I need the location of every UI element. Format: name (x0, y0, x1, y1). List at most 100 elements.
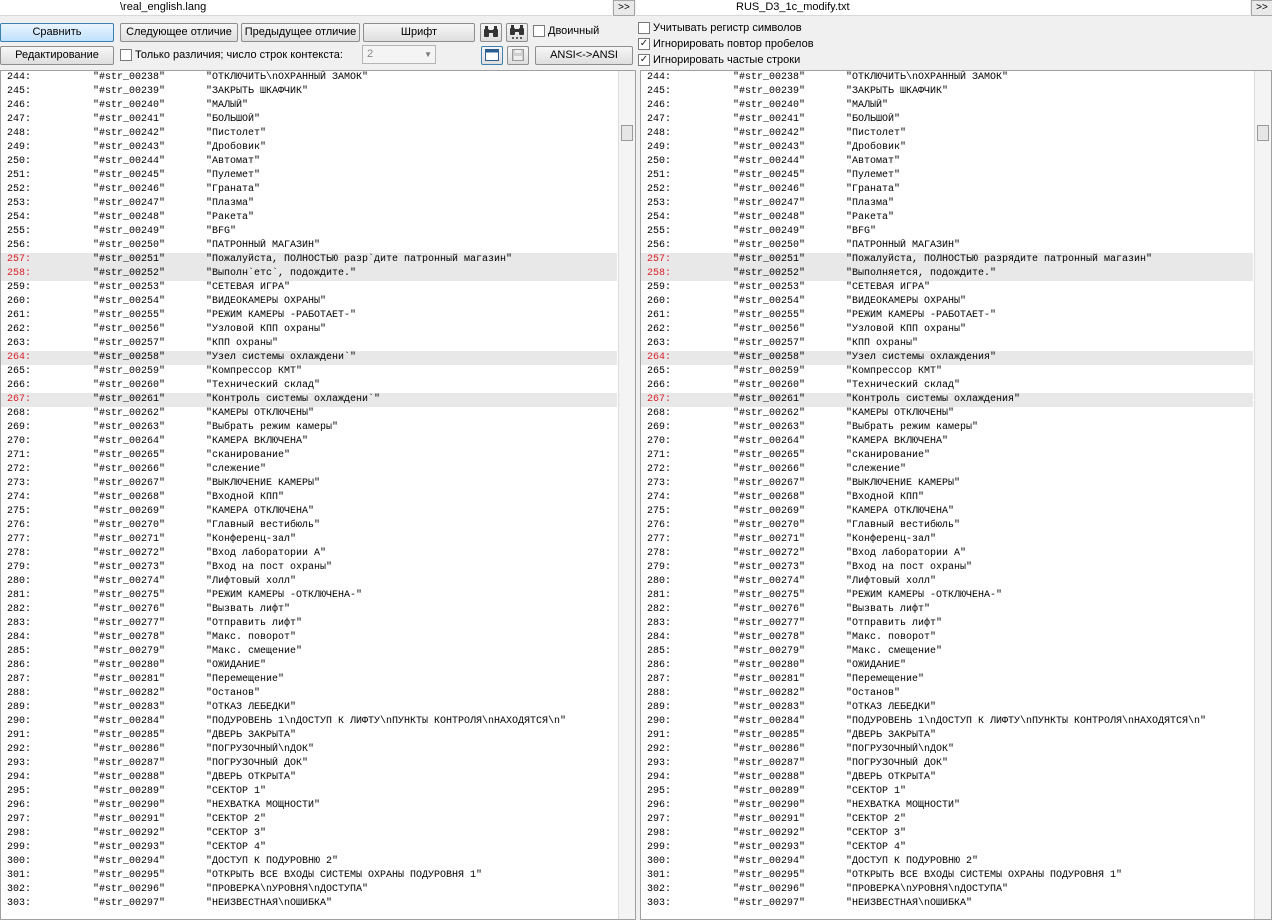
right-line: 262: "#str_00256" "Узловой КПП охраны" (641, 323, 1253, 337)
right-line: 246: "#str_00240" "МАЛЫЙ" (641, 99, 1253, 113)
context-lines-select[interactable]: 2 ▼ (362, 45, 436, 64)
right-browse-button[interactable]: >> (1251, 0, 1272, 16)
line-number: 299: (647, 842, 672, 853)
line-number: 258: (7, 268, 32, 279)
line-value: "Останов" (846, 688, 901, 699)
left-line: 299: "#str_00293" "СЕКТОР 4" (1, 841, 617, 855)
right-line: 289: "#str_00283" "ОТКАЗ ЛЕБЕДКИ" (641, 701, 1253, 715)
line-number: 292: (647, 744, 672, 755)
line-value: "РЕЖИМ КАМЕРЫ -ОТКЛЮЧЕНА-" (206, 590, 363, 601)
ignore-spaces-checkbox[interactable]: ✓ Игнорировать повтор пробелов (638, 37, 814, 51)
left-line: 283: "#str_00277" "Отправить лифт" (1, 617, 617, 631)
left-line: 273: "#str_00267" "ВЫКЛЮЧЕНИЕ КАМЕРЫ" (1, 477, 617, 491)
line-value: "Выполн`етс`, подождите." (206, 268, 357, 279)
line-key: "#str_00265" (733, 450, 806, 461)
line-value: "КАМЕРЫ ОТКЛЮЧЕНЫ" (846, 408, 955, 419)
line-value: "Узловой КПП охраны" (846, 324, 967, 335)
left-scroll-thumb[interactable] (621, 125, 633, 141)
right-line: 292: "#str_00286" "ПОГРУЗОЧНЫЙ\nДОК" (641, 743, 1253, 757)
line-number: 275: (7, 506, 32, 517)
line-number: 250: (647, 156, 672, 167)
binary-checkbox-box[interactable] (533, 25, 545, 37)
ignore-frequent-checkbox[interactable]: ✓ Игнорировать частые строки (638, 53, 800, 67)
ignore-spaces-box[interactable]: ✓ (638, 38, 650, 50)
line-number: 300: (647, 856, 672, 867)
line-number: 259: (647, 282, 672, 293)
right-line: 278: "#str_00272" "Вход лаборатории А" (641, 547, 1253, 561)
case-sensitive-box[interactable] (638, 22, 650, 34)
left-line: 297: "#str_00291" "СЕКТОР 2" (1, 813, 617, 827)
line-value: "Лифтовый холл" (846, 576, 937, 587)
line-key: "#str_00260" (733, 380, 806, 391)
ansi-button[interactable]: ANSI<->ANSI (535, 46, 633, 65)
line-key: "#str_00261" (93, 394, 166, 405)
line-key: "#str_00265" (93, 450, 166, 461)
left-text-pane[interactable]: 244: "#str_00238" "ОТКЛЮЧИТЬ\nОХРАННЫЙ ЗАМ… (0, 70, 636, 920)
edit-button[interactable]: Редактирование (0, 46, 114, 65)
right-text-pane[interactable]: 244: "#str_00238" "ОТКЛЮЧИТЬ\nОХРАННЫЙ ЗАМ… (640, 70, 1272, 920)
line-value: "Вход на пост охраны" (846, 562, 973, 573)
line-value: "ОЖИДАНИЕ" (846, 660, 907, 671)
compare-button[interactable]: Сравнить (0, 23, 114, 42)
line-key: "#str_00275" (93, 590, 166, 601)
right-line: 258: "#str_00252" "Выполняется, подождите.… (641, 267, 1253, 281)
line-number: 271: (647, 450, 672, 461)
line-key: "#str_00290" (733, 800, 806, 811)
left-line: 250: "#str_00244" "Автомат" (1, 155, 617, 169)
left-line: 263: "#str_00257" "КПП охраны" (1, 337, 617, 351)
font-button[interactable]: Шрифт (363, 23, 475, 42)
line-value: "Пистолет" (846, 128, 907, 139)
right-line: 283: "#str_00277" "Отправить лифт" (641, 617, 1253, 631)
line-value: "Компрессор КМТ" (846, 366, 943, 377)
line-value: "ВИДЕОКАМЕРЫ ОХРАНЫ" (846, 296, 967, 307)
line-value: "СЕКТОР 3" (846, 828, 907, 839)
left-line: 285: "#str_00279" "Макс. смещение" (1, 645, 617, 659)
line-number: 282: (7, 604, 32, 615)
right-line: 275: "#str_00269" "КАМЕРА ОТКЛЮЧЕНА" (641, 505, 1253, 519)
line-key: "#str_00285" (93, 730, 166, 741)
ignore-frequent-box[interactable]: ✓ (638, 54, 650, 66)
right-scrollbar[interactable] (1254, 71, 1271, 919)
line-value: "ПОГРУЗОЧНЫЙ\nДОК" (846, 744, 955, 755)
line-number: 296: (7, 800, 32, 811)
only-diff-checkbox[interactable]: Только различия; число строк контекста: (120, 48, 343, 62)
left-line: 292: "#str_00286" "ПОГРУЗОЧНЫЙ\nДОК" (1, 743, 617, 757)
line-key: "#str_00243" (93, 142, 166, 153)
line-number: 274: (647, 492, 672, 503)
prev-diff-button[interactable]: Предыдущее отличие (241, 23, 360, 42)
line-key: "#str_00253" (733, 282, 806, 293)
line-value: "КАМЕРА ВКЛЮЧЕНА" (206, 436, 309, 447)
line-value: "Дробовик" (846, 142, 907, 153)
line-number: 258: (647, 268, 672, 279)
line-key: "#str_00297" (93, 898, 166, 909)
next-diff-button[interactable]: Следующее отличие (120, 23, 238, 42)
left-scrollbar[interactable] (618, 71, 635, 919)
line-value: "Контроль системы охлаждени`" (206, 394, 381, 405)
left-line: 284: "#str_00278" "Макс. поворот" (1, 631, 617, 645)
only-diff-box[interactable] (120, 49, 132, 61)
line-key: "#str_00272" (733, 548, 806, 559)
line-number: 262: (647, 324, 672, 335)
line-key: "#str_00238" (733, 72, 806, 83)
floppy-disk-icon[interactable] (507, 46, 529, 65)
case-sensitive-checkbox[interactable]: Учитывать регистр символов (638, 21, 802, 35)
right-line: 273: "#str_00267" "ВЫКЛЮЧЕНИЕ КАМЕРЫ" (641, 477, 1253, 491)
line-number: 301: (7, 870, 32, 881)
line-key: "#str_00244" (93, 156, 166, 167)
window-icon[interactable] (481, 46, 503, 65)
line-number: 273: (647, 478, 672, 489)
right-scroll-thumb[interactable] (1257, 125, 1269, 141)
binary-checkbox[interactable]: Двоичный (533, 24, 599, 38)
line-number: 261: (7, 310, 32, 321)
line-value: "Входной КПП" (206, 492, 285, 503)
line-value: "РЕЖИМ КАМЕРЫ -РАБОТАЕТ-" (846, 310, 997, 321)
line-value: "Автомат" (206, 156, 261, 167)
line-key: "#str_00259" (93, 366, 166, 377)
binoculars-next-icon[interactable] (506, 23, 528, 42)
right-line: 291: "#str_00285" "ДВЕРЬ ЗАКРЫТА" (641, 729, 1253, 743)
line-value: "Контроль системы охлаждения" (846, 394, 1021, 405)
left-browse-button[interactable]: >> (613, 0, 635, 16)
left-line: 259: "#str_00253" "СЕТЕВАЯ ИГРА" (1, 281, 617, 295)
line-value: "СЕКТОР 3" (206, 828, 267, 839)
binoculars-icon[interactable] (480, 23, 502, 42)
